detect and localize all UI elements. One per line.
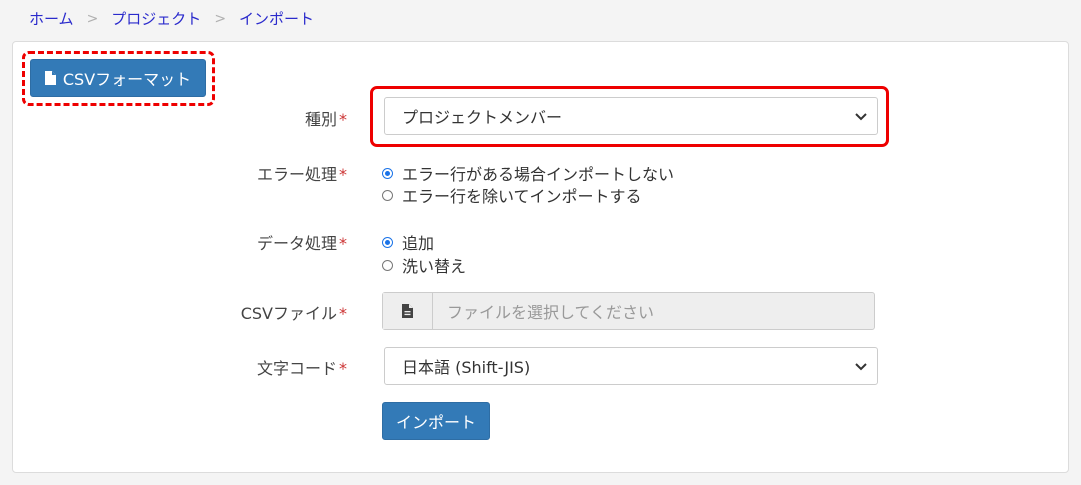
encoding-select-value: 日本語 (Shift-JIS) (402, 358, 531, 377)
required-mark: * (339, 110, 347, 129)
data-option-label: 追加 (402, 234, 435, 253)
error-handling-label-text: エラー処理 (256, 165, 337, 184)
error-option-label: エラー行がある場合インポートしない (402, 165, 675, 184)
error-option-label: エラー行を除いてインポートする (402, 187, 642, 206)
csv-file-label-text: CSVファイル (240, 304, 337, 323)
file-browse-addon[interactable] (383, 293, 433, 329)
required-mark: * (339, 304, 347, 323)
data-option-replace[interactable]: 洗い替え (382, 253, 466, 277)
required-mark: * (339, 234, 347, 253)
file-icon (402, 304, 413, 318)
radio-button-checked[interactable] (382, 236, 393, 248)
csv-format-button[interactable]: CSVフォーマット (30, 59, 206, 97)
data-handling-label-text: データ処理 (256, 234, 337, 253)
csv-file-input[interactable]: ファイルを選択してください (382, 292, 875, 330)
type-select-value: プロジェクトメンバー (402, 108, 563, 127)
breadcrumb-separator: > (86, 10, 99, 27)
type-label-text: 種別 (304, 110, 337, 129)
breadcrumb-home-link[interactable]: ホーム (29, 8, 74, 29)
import-button-label: インポート (395, 413, 476, 432)
csv-file-placeholder: ファイルを選択してください (447, 303, 655, 322)
required-mark: * (339, 165, 347, 184)
radio-button[interactable] (382, 189, 393, 201)
csv-format-button-label: CSVフォーマット (62, 70, 192, 89)
error-option-exclude-rows[interactable]: エラー行を除いてインポートする (382, 183, 642, 207)
error-option-skip-import[interactable]: エラー行がある場合インポートしない (382, 161, 674, 185)
radio-button[interactable] (382, 259, 393, 271)
file-icon (44, 71, 56, 85)
data-handling-label: データ処理 * (257, 230, 347, 254)
breadcrumb-import-link[interactable]: インポート (239, 8, 314, 29)
data-option-label: 洗い替え (402, 257, 467, 276)
breadcrumb-separator: > (214, 10, 227, 27)
type-label: 種別 * (305, 106, 347, 130)
import-submit-button[interactable]: インポート (382, 402, 490, 440)
breadcrumb-project-link[interactable]: プロジェクト (111, 8, 201, 29)
csv-file-label: CSVファイル * (241, 300, 347, 324)
chevron-down-icon (855, 363, 867, 371)
type-select[interactable]: プロジェクトメンバー (384, 97, 878, 135)
radio-button-checked[interactable] (382, 167, 393, 179)
data-option-add[interactable]: 追加 (382, 230, 434, 254)
encoding-select[interactable]: 日本語 (Shift-JIS) (384, 347, 878, 385)
encoding-label: 文字コード * (257, 355, 347, 379)
required-mark: * (339, 359, 347, 378)
chevron-down-icon (855, 113, 867, 121)
error-handling-label: エラー処理 * (257, 161, 347, 185)
encoding-label-text: 文字コード (256, 359, 337, 378)
breadcrumb: ホーム > プロジェクト > インポート (29, 8, 314, 29)
